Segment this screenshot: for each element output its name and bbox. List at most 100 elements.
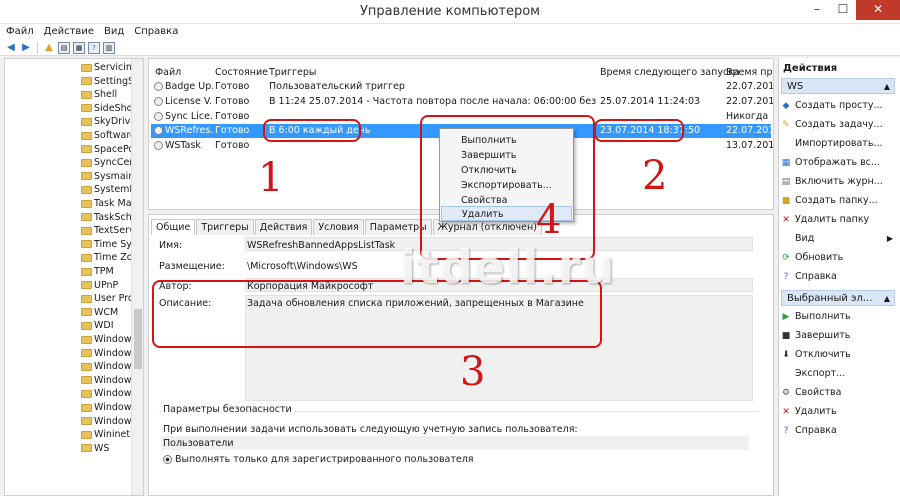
- tree-scrollbar[interactable]: [131, 59, 143, 495]
- submenu-arrow-icon: ▶: [886, 234, 893, 243]
- tree-item[interactable]: Servicing: [81, 61, 133, 74]
- tree-item[interactable]: Wininet: [81, 428, 133, 441]
- tree-item[interactable]: SyncCent: [81, 156, 133, 169]
- tree-item[interactable]: Windows: [81, 401, 133, 414]
- close-button[interactable]: ✕: [856, 0, 900, 20]
- show-tree-icon[interactable]: ▤: [58, 41, 70, 54]
- action-display-all[interactable]: ▦ Отображать вс...: [781, 154, 897, 171]
- tree-item[interactable]: Windows: [81, 333, 133, 346]
- annotation-trigger-outline: [263, 119, 361, 142]
- tree-item[interactable]: Shell: [81, 88, 133, 101]
- column-header-next-run[interactable]: Время следующего запуска: [600, 67, 740, 78]
- tree-item[interactable]: TextServi: [81, 224, 133, 237]
- security-title: Параметры безопасности: [161, 404, 294, 415]
- folder-icon: [81, 240, 92, 249]
- action-view[interactable]: Вид ▶: [781, 230, 897, 247]
- action-export[interactable]: Экспорт...: [781, 365, 897, 382]
- maximize-button[interactable]: ☐: [830, 0, 856, 20]
- up-folder-icon[interactable]: ▲: [43, 42, 55, 54]
- action-delete[interactable]: ✕ Удалить: [781, 403, 897, 420]
- tree-item[interactable]: Software: [81, 129, 133, 142]
- back-arrow-icon[interactable]: ◀: [5, 42, 17, 54]
- tree-scroll-thumb[interactable]: [134, 309, 142, 369]
- action-enable-log[interactable]: ▤ Включить журн...: [781, 173, 897, 190]
- name-label: Имя:: [159, 240, 183, 251]
- column-header-last-run[interactable]: Время прош: [726, 67, 773, 78]
- tree-item[interactable]: SkyDrive: [81, 115, 133, 128]
- action-help-selected[interactable]: ? Справка: [781, 422, 897, 439]
- tree-item[interactable]: SpacePor: [81, 143, 133, 156]
- collapse-up-icon: ▲: [883, 294, 890, 303]
- action-help[interactable]: ? Справка: [781, 268, 897, 285]
- menu-view[interactable]: Вид: [104, 24, 124, 40]
- folder-icon: [81, 294, 92, 303]
- tree-item[interactable]: Windows: [81, 347, 133, 360]
- action-disable[interactable]: ⬇ Отключить: [781, 346, 897, 363]
- action-pane-icon[interactable]: ▥: [103, 41, 115, 54]
- tree-item[interactable]: Windows: [81, 360, 133, 373]
- folder-icon: [81, 321, 92, 330]
- folder-icon: [81, 185, 92, 194]
- action-create-task[interactable]: ✎ Создать задачу...: [781, 116, 897, 133]
- tree-item[interactable]: SettingSy: [81, 75, 133, 88]
- properties-toolbar-icon[interactable]: ▦: [73, 41, 85, 54]
- folder-icon: [81, 77, 92, 86]
- folder-icon: [81, 63, 92, 72]
- security-option-radio[interactable]: Выполнять только для зарегистрированного…: [163, 454, 474, 465]
- tree-item[interactable]: TaskSche: [81, 211, 133, 224]
- annotation-next-run-outline: [594, 119, 684, 142]
- actions-section-ws[interactable]: WS ▲: [781, 78, 895, 94]
- action-delete-folder[interactable]: ✕ Удалить папку: [781, 211, 897, 228]
- view-icon: [781, 234, 791, 244]
- help-icon: ?: [783, 271, 789, 282]
- annotation-number-2: 2: [642, 153, 668, 199]
- column-header-triggers[interactable]: Триггеры: [269, 67, 316, 78]
- action-new-folder[interactable]: ■ Создать папку...: [781, 192, 897, 209]
- menu-action[interactable]: Действие: [44, 24, 94, 40]
- column-header-status[interactable]: Состояние: [215, 67, 268, 78]
- action-stop[interactable]: ■ Завершить: [781, 327, 897, 344]
- folder-icon: [81, 376, 92, 385]
- menu-file[interactable]: Файл: [6, 24, 34, 40]
- toolbar-separator: [37, 41, 38, 54]
- tree-item[interactable]: TPM: [81, 265, 133, 278]
- tab-triggers[interactable]: Триггеры: [196, 219, 254, 235]
- tree-item[interactable]: Time Syn: [81, 238, 133, 251]
- task-row[interactable]: License V... Готово В 11:24 25.07.2014 -…: [151, 95, 773, 109]
- column-header-file[interactable]: Файл: [155, 67, 181, 78]
- actions-section-selected[interactable]: Выбранный эл... ▲: [781, 290, 895, 306]
- location-value: \Microsoft\Windows\WS: [247, 261, 358, 272]
- task-row[interactable]: Badge Up... Готово Пользовательский триг…: [151, 80, 773, 94]
- enable-log-icon: ▤: [781, 176, 791, 187]
- security-group: Параметры безопасности При выполнении за…: [159, 404, 759, 493]
- export-icon: [781, 369, 791, 379]
- security-account-field[interactable]: [161, 436, 749, 450]
- tree-item[interactable]: Windows: [81, 387, 133, 400]
- tab-actions[interactable]: Действия: [254, 219, 313, 235]
- console-tree: Servicing SettingSy Shell SideShow SkyDr…: [4, 58, 144, 496]
- tree-item[interactable]: Sysmain: [81, 170, 133, 183]
- tree-item[interactable]: UPnP: [81, 279, 133, 292]
- tab-conditions[interactable]: Условия: [313, 219, 364, 235]
- tree-item[interactable]: User Prof: [81, 292, 133, 305]
- tree-item[interactable]: WDI: [81, 319, 133, 332]
- tab-general[interactable]: Общие: [151, 219, 196, 235]
- tree-item[interactable]: Time Zon: [81, 251, 133, 264]
- action-run[interactable]: ▶ Выполнить: [781, 308, 897, 325]
- menu-bar: Файл Действие Вид Справка: [0, 24, 900, 40]
- menu-help[interactable]: Справка: [134, 24, 178, 40]
- tree-item[interactable]: WCM: [81, 306, 133, 319]
- help-toolbar-icon[interactable]: ?: [88, 41, 100, 54]
- action-create-basic-task[interactable]: ◆ Создать просту...: [781, 97, 897, 114]
- action-import[interactable]: Импортировать...: [781, 135, 897, 152]
- tree-item[interactable]: WS: [81, 442, 133, 455]
- action-refresh[interactable]: ⟳ Обновить: [781, 249, 897, 266]
- tree-item[interactable]: SystemRe: [81, 183, 133, 196]
- tree-item[interactable]: Task Man: [81, 197, 133, 210]
- forward-arrow-icon[interactable]: ▶: [20, 42, 32, 54]
- tree-item[interactable]: Windows: [81, 374, 133, 387]
- tree-item[interactable]: SideShow: [81, 102, 133, 115]
- action-properties[interactable]: ⚙ Свойства: [781, 384, 897, 401]
- minimize-button[interactable]: –: [804, 0, 830, 20]
- tree-item[interactable]: Windows: [81, 415, 133, 428]
